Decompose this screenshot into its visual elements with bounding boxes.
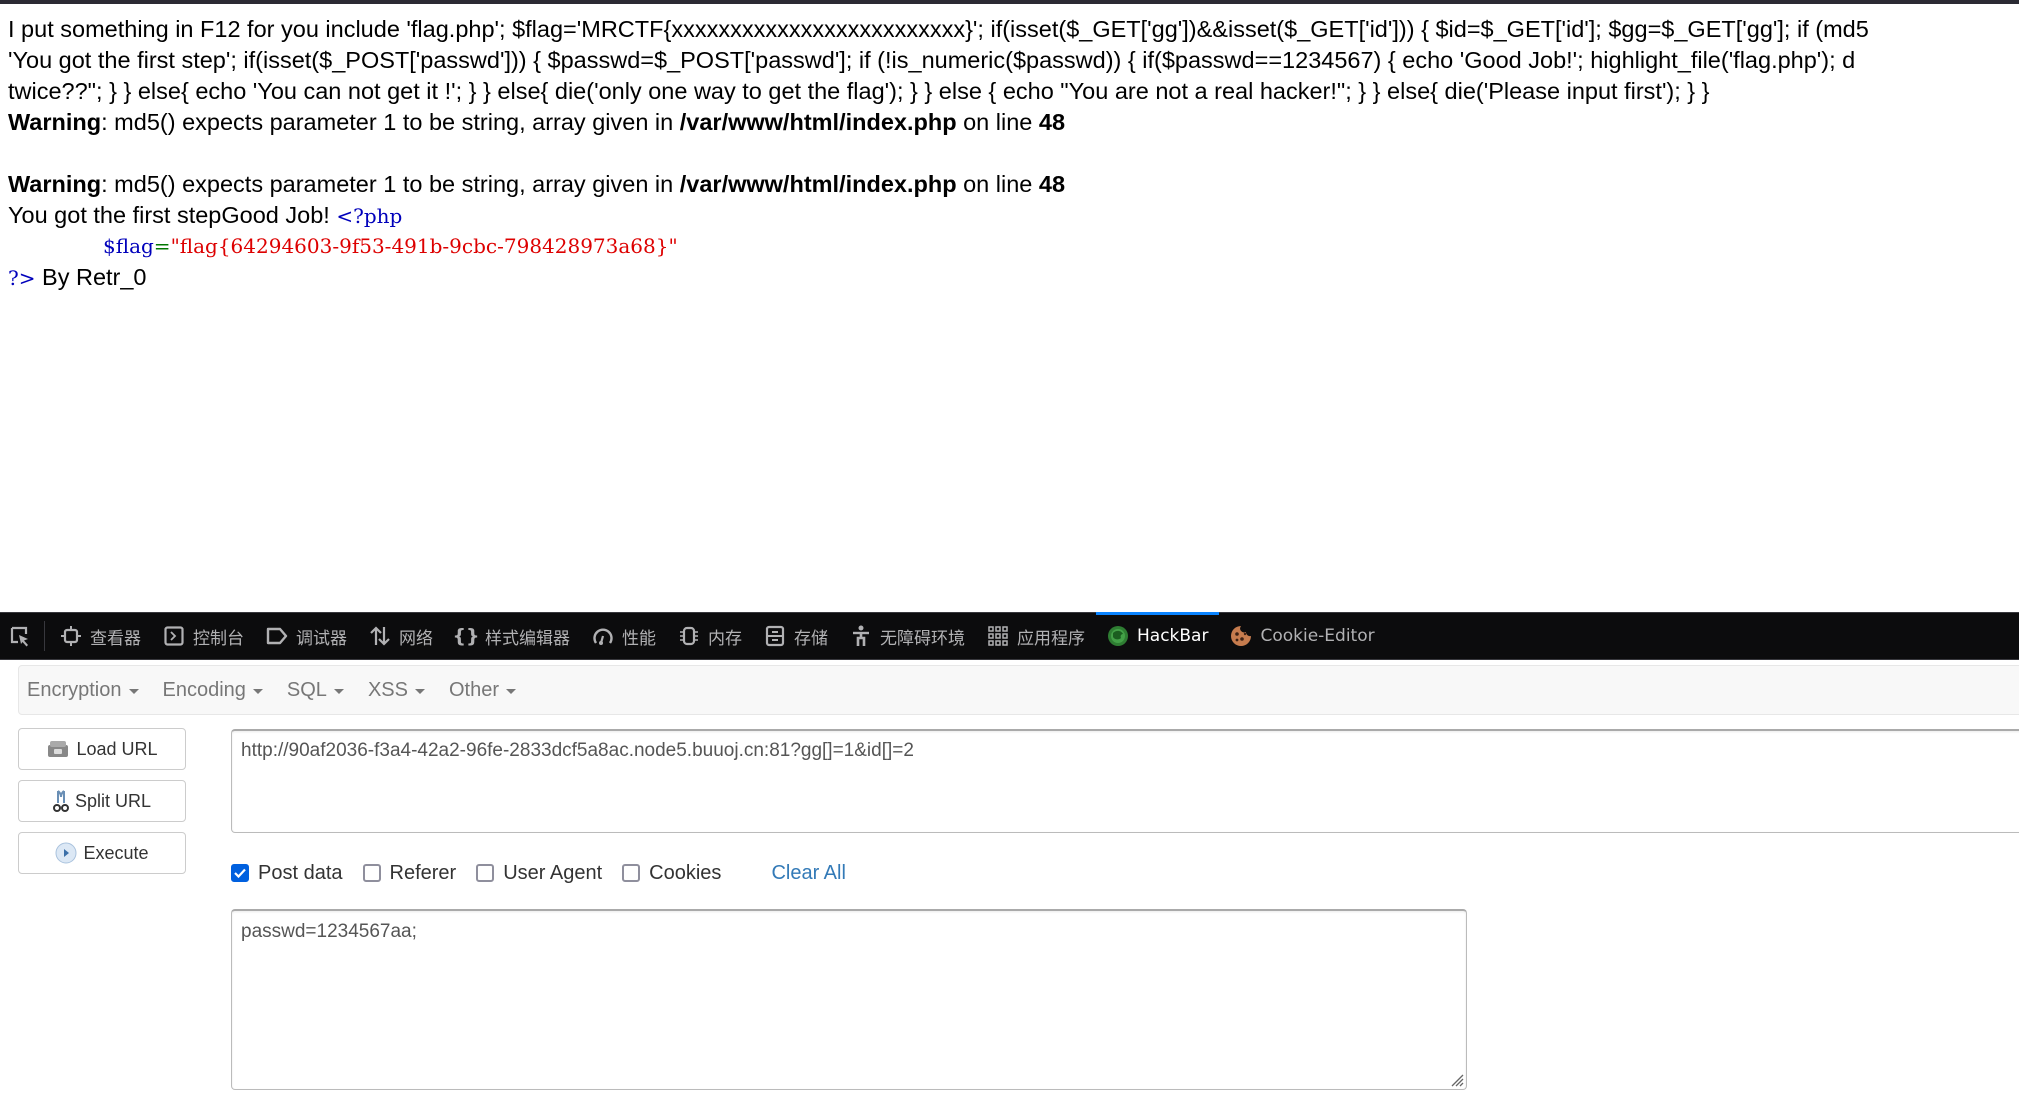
load-url-button[interactable]: Load URL xyxy=(18,728,186,770)
flag-variable: $flag xyxy=(103,234,154,258)
chevron-down-icon xyxy=(506,688,516,694)
application-icon xyxy=(987,625,1009,647)
network-icon xyxy=(369,625,391,647)
tab-debugger[interactable]: 调试器 xyxy=(255,613,358,659)
warning-line-number: 48 xyxy=(1038,109,1066,135)
menu-encryption[interactable]: Encryption xyxy=(19,679,153,702)
cookie-icon xyxy=(1230,625,1252,647)
resize-handle-icon[interactable] xyxy=(1448,1071,1464,1087)
tab-inspector[interactable]: 查看器 xyxy=(49,613,152,659)
tab-network[interactable]: 网络 xyxy=(358,613,444,659)
url-input[interactable]: http://90af2036-f3a4-42a2-96fe-2833dcf5a… xyxy=(231,729,2019,833)
devtools-toolbar: 查看器 控制台 调试器 网络 {} 样式编辑器 性能 内存 存储 无障碍环境 应… xyxy=(0,612,2019,660)
inspector-icon xyxy=(60,625,82,647)
tab-hackbar[interactable]: HackBar xyxy=(1096,612,1220,659)
checkbox-unchecked[interactable] xyxy=(476,864,495,882)
post-data-input[interactable]: passwd=1234567aa; xyxy=(231,909,1467,1090)
element-picker-button[interactable] xyxy=(0,613,40,659)
toolbar-divider xyxy=(44,621,45,651)
tab-performance[interactable]: 性能 xyxy=(581,613,667,659)
post-data-checkbox[interactable]: Post data xyxy=(231,862,343,885)
checkbox-unchecked[interactable] xyxy=(362,864,381,882)
output-line: You got the first stepGood Job! <?php xyxy=(8,200,2019,231)
scissors-icon xyxy=(52,790,69,812)
tab-application[interactable]: 应用程序 xyxy=(976,613,1096,659)
style-editor-icon: {} xyxy=(452,625,480,647)
checkbox-checked[interactable] xyxy=(231,864,249,882)
page-content: I put something in F12 for you include '… xyxy=(8,14,2019,293)
hackbar-actions: Load URL Split URL Execute xyxy=(18,728,186,884)
warning-label: Warning xyxy=(8,109,102,135)
cookies-checkbox[interactable]: Cookies xyxy=(622,862,721,885)
play-icon xyxy=(55,842,77,864)
post-data-wrapper: passwd=1234567aa; xyxy=(231,909,1467,1090)
menu-sql[interactable]: SQL xyxy=(279,679,358,702)
memory-icon xyxy=(678,625,700,647)
php-close-tag: ?> xyxy=(8,266,36,290)
chevron-down-icon xyxy=(252,688,263,694)
debugger-icon xyxy=(266,625,288,647)
closing-line: ?> By Retr_0 xyxy=(8,262,2019,293)
hackbar-icon xyxy=(1107,625,1129,647)
flag-value: "flag{64294603-9f53-491b-9cbc-798428973a… xyxy=(170,234,678,258)
source-line: twice??"; } } else{ echo 'You can not ge… xyxy=(8,78,1710,104)
element-picker-icon xyxy=(10,626,28,647)
flag-equals: = xyxy=(153,234,171,258)
source-line: I put something in F12 for you include '… xyxy=(8,16,1869,42)
flag-line: $flag="flag{64294603-9f53-491b-9cbc-7984… xyxy=(8,231,2019,262)
tab-console[interactable]: 控制台 xyxy=(152,613,255,659)
warning-label: Warning xyxy=(8,171,102,197)
browser-top-border xyxy=(0,0,2019,4)
warning-file: /var/www/html/index.php xyxy=(679,109,957,135)
chevron-down-icon xyxy=(333,688,344,694)
menu-other[interactable]: Other xyxy=(441,679,530,702)
warning-line-number: 48 xyxy=(1038,171,1066,197)
source-line: 'You got the first step'; if(isset($_POS… xyxy=(8,47,1856,73)
tab-memory[interactable]: 内存 xyxy=(667,613,753,659)
tab-style-editor[interactable]: {} 样式编辑器 xyxy=(444,613,581,659)
warning-file: /var/www/html/index.php xyxy=(679,171,957,197)
execute-button[interactable]: Execute xyxy=(18,832,186,874)
warning-message: Warning: md5() expects parameter 1 to be… xyxy=(8,109,1066,135)
clear-all-link[interactable]: Clear All xyxy=(771,862,845,885)
checkbox-unchecked[interactable] xyxy=(622,864,641,882)
chevron-down-icon xyxy=(414,688,425,694)
user-agent-checkbox[interactable]: User Agent xyxy=(476,862,602,885)
accessibility-icon xyxy=(850,625,872,647)
menu-xss[interactable]: XSS xyxy=(360,679,439,702)
load-url-icon xyxy=(48,741,69,757)
signature-text: By Retr_0 xyxy=(35,264,147,290)
tab-accessibility[interactable]: 无障碍环境 xyxy=(839,613,976,659)
hackbar-menu: Encryption Encoding SQL XSS Other xyxy=(18,665,2019,715)
menu-encoding[interactable]: Encoding xyxy=(155,679,277,702)
split-url-button[interactable]: Split URL xyxy=(18,780,186,822)
chevron-down-icon xyxy=(128,688,139,694)
storage-icon xyxy=(764,625,786,647)
referer-checkbox[interactable]: Referer xyxy=(362,862,456,885)
performance-icon xyxy=(592,625,614,647)
warning-message: Warning: md5() expects parameter 1 to be… xyxy=(8,171,1066,197)
tab-cookie-editor[interactable]: Cookie-Editor xyxy=(1219,613,1385,659)
tab-storage[interactable]: 存储 xyxy=(753,613,839,659)
request-options: Post data Referer User Agent Cookies Cle… xyxy=(231,858,846,888)
console-icon xyxy=(163,625,185,647)
output-text: You got the first stepGood Job! xyxy=(8,202,337,228)
php-open-tag: <?php xyxy=(336,204,403,228)
